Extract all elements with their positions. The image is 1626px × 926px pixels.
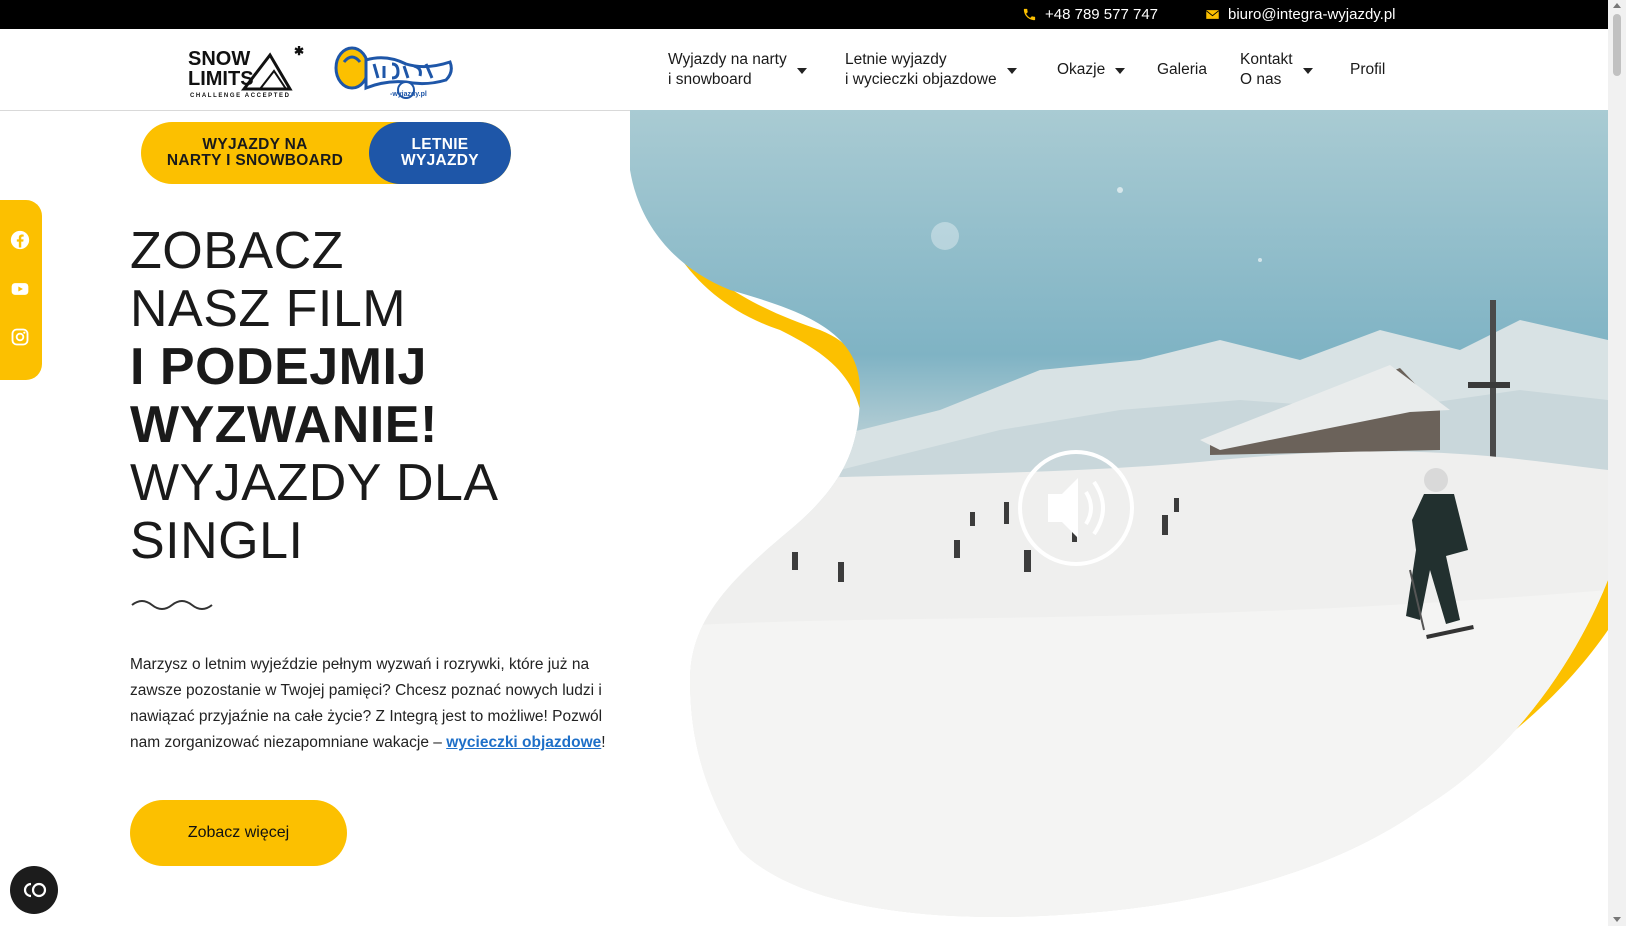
- nav-label: Wyjazdy na narty: [668, 50, 787, 68]
- trip-type-toggle: WYJAZDY NA NARTY I SNOWBOARD LETNIE WYJAZD…: [141, 122, 511, 184]
- email-address: biuro@integra-wyjazdy.pl: [1228, 6, 1396, 23]
- nav-profil[interactable]: Profil: [1350, 29, 1385, 110]
- phone-icon: [1023, 8, 1036, 21]
- nav-label: Profil: [1350, 60, 1386, 78]
- tours-link[interactable]: wycieczki objazdowe: [446, 734, 601, 751]
- cookie-settings-button[interactable]: [10, 866, 58, 914]
- social-sidebar: [0, 200, 42, 380]
- logo-text-snow: SNOW: [188, 48, 250, 70]
- nav-galeria[interactable]: Galeria: [1157, 29, 1207, 110]
- nav-label: i wycieczki objazdowe: [845, 70, 997, 88]
- wave-divider: [131, 600, 213, 610]
- top-contact-bar: +48 789 577 747 biuro@integra-wyjazdy.pl: [0, 0, 1626, 29]
- nav-label: Galeria: [1157, 60, 1207, 78]
- toggle-ski-option[interactable]: WYJAZDY NA NARTY I SNOWBOARD: [141, 122, 369, 184]
- nav-label: Kontakt: [1240, 50, 1293, 68]
- nav-label: i snowboard: [668, 70, 752, 88]
- caret-down-icon: [1302, 67, 1313, 74]
- headline-line: NASZ FILM: [130, 280, 407, 338]
- headline-line: WYJAZDY DLA: [130, 454, 499, 512]
- cookie-consent-icon: [23, 882, 47, 898]
- logo-text-limits: LIMITS: [188, 68, 254, 90]
- logo-domain-text: -wyjazdy.pl: [390, 91, 427, 98]
- integra-logo[interactable]: -wyjazdy.pl: [330, 40, 458, 100]
- snow-limits-logo[interactable]: ✱ SNOW LIMITS CHALLENGE ACCEPTED: [186, 43, 316, 99]
- nav-okazje[interactable]: Okazje: [1057, 29, 1126, 110]
- scroll-up-icon[interactable]: [1613, 3, 1621, 8]
- svg-text:✱: ✱: [294, 44, 304, 58]
- toggle-label: NARTY I SNOWBOARD: [166, 152, 344, 169]
- youtube-icon[interactable]: [10, 279, 30, 299]
- nav-label: Okazje: [1057, 60, 1106, 78]
- nav-label: Letnie wyjazdy: [845, 50, 947, 68]
- scroll-down-icon[interactable]: [1613, 917, 1621, 922]
- caret-down-icon: [1006, 67, 1017, 74]
- logo-tagline: CHALLENGE ACCEPTED: [190, 93, 291, 99]
- scrollbar-thumb[interactable]: [1613, 14, 1621, 76]
- headline-line: ZOBACZ: [130, 222, 344, 280]
- instagram-icon[interactable]: [10, 327, 30, 347]
- see-more-button[interactable]: Zobacz więcej: [130, 800, 347, 866]
- headline-line-bold: WYZWANIE!: [130, 396, 438, 454]
- toggle-label: WYJAZDY: [401, 152, 479, 169]
- hero-headline: ZOBACZ NASZ FILM I PODEJMIJ WYZWANIE! WY…: [130, 222, 499, 570]
- phone-number: +48 789 577 747: [1045, 6, 1159, 23]
- caret-down-icon: [796, 67, 807, 74]
- page-scrollbar[interactable]: [1608, 0, 1626, 926]
- nav-summer-trips[interactable]: Letnie wyjazdy i wycieczki objazdowe: [845, 29, 1017, 110]
- envelope-icon: [1206, 10, 1219, 19]
- description-suffix: !: [601, 734, 606, 751]
- nav-kontakt[interactable]: Kontakt O nas: [1240, 29, 1313, 110]
- email-contact[interactable]: biuro@integra-wyjazdy.pl: [1205, 0, 1396, 29]
- facebook-icon[interactable]: [10, 230, 30, 250]
- toggle-label: WYJAZDY NA: [202, 136, 308, 153]
- headline-line-bold: I PODEJMIJ: [130, 338, 427, 396]
- site-header: ✱ SNOW LIMITS CHALLENGE ACCEPTED -wyjazd…: [0, 29, 1608, 111]
- nav-ski-trips[interactable]: Wyjazdy na narty i snowboard: [668, 29, 807, 110]
- toggle-summer-option[interactable]: LETNIE WYJAZDY: [369, 122, 511, 184]
- headline-line: SINGLI: [130, 512, 304, 570]
- caret-down-icon: [1115, 67, 1126, 74]
- hero-description: Marzysz o letnim wyjeździe pełnym wyzwań…: [130, 652, 620, 756]
- nav-label: O nas: [1240, 70, 1282, 88]
- hero-video[interactable]: [620, 110, 1608, 926]
- phone-contact[interactable]: +48 789 577 747: [1022, 0, 1158, 29]
- toggle-label: LETNIE: [411, 136, 469, 153]
